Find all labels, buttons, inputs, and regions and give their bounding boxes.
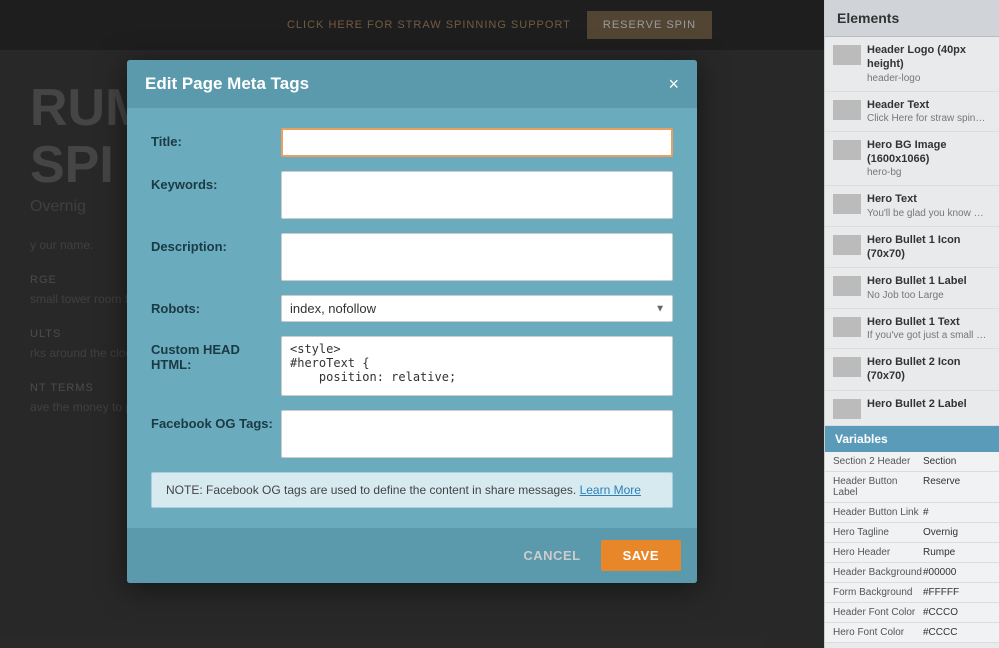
panel-item-sub: Click Here for straw spinning supp [867, 112, 987, 125]
custom-head-row: Custom HEAD HTML: [151, 336, 673, 396]
panel-item[interactable]: Hero Bullet 1 Label No Job too Large [825, 268, 999, 308]
robots-row: Robots: index, follow index, nofollow no… [151, 295, 673, 322]
title-input[interactable] [281, 128, 673, 157]
variable-value: #CCCC [923, 627, 957, 638]
robots-label: Robots: [151, 295, 281, 316]
variable-value: Reserve [923, 476, 960, 498]
variable-row: Header Button Label Reserve [825, 472, 999, 503]
variable-row: Form Background #FFFFF [825, 583, 999, 603]
panel-item-thumbnail [833, 194, 861, 214]
edit-meta-tags-modal: Edit Page Meta Tags × Title: Keywords: D… [127, 60, 697, 583]
variables-title: Variables [825, 426, 999, 452]
variable-row: Hero Font Color #CCCC [825, 623, 999, 643]
variable-key: Header Button Link [833, 507, 923, 518]
variable-key: Hero Tagline [833, 527, 923, 538]
panel-item-thumbnail [833, 100, 861, 120]
variable-value: Overnig [923, 527, 958, 538]
panel-items: Header Logo (40px height) header-logo He… [825, 37, 999, 426]
panel-item-label: Header Text [867, 98, 991, 112]
panel-item-thumbnail [833, 357, 861, 377]
modal-header: Edit Page Meta Tags × [127, 60, 697, 108]
panel-item-label: Hero Bullet 1 Label [867, 274, 991, 288]
variable-value: Section [923, 456, 956, 467]
variable-key: Form Background [833, 587, 923, 598]
variable-value: # [923, 507, 929, 518]
variable-row: Header Button Link # [825, 503, 999, 523]
panel-item-thumbnail [833, 45, 861, 65]
keywords-row: Keywords: [151, 171, 673, 219]
panel-item-sub: You'll be glad you know our name. [867, 207, 987, 220]
keywords-label: Keywords: [151, 171, 281, 192]
panel-item-thumbnail [833, 276, 861, 296]
facebook-og-input[interactable] [281, 410, 673, 458]
panel-item-sub: No Job too Large [867, 289, 987, 302]
note-box: NOTE: Facebook OG tags are used to defin… [151, 472, 673, 508]
modal-overlay: Edit Page Meta Tags × Title: Keywords: D… [0, 0, 824, 648]
panel-item[interactable]: Header Logo (40px height) header-logo [825, 37, 999, 92]
title-row: Title: [151, 128, 673, 157]
panel-item-label: Hero Bullet 2 Label [867, 397, 991, 411]
panel-item-label: Header Logo (40px height) [867, 43, 991, 72]
modal-body: Title: Keywords: Description: Robots: in… [127, 108, 697, 528]
keywords-input[interactable] [281, 171, 673, 219]
variable-row: Hero Tagline Overnig [825, 523, 999, 543]
modal-close-button[interactable]: × [668, 75, 679, 93]
panel-item-label: Hero Bullet 1 Icon (70x70) [867, 233, 991, 262]
variable-row: Hero Header Rumpe [825, 543, 999, 563]
robots-select-wrapper: index, follow index, nofollow noindex, f… [281, 295, 673, 322]
panel-item-sub: header-logo [867, 72, 987, 85]
variables-list: Section 2 Header Section Header Button L… [825, 452, 999, 643]
description-label: Description: [151, 233, 281, 254]
variable-key: Header Background [833, 567, 923, 578]
panel-item[interactable]: Hero Bullet 1 Text If you've got just a … [825, 309, 999, 349]
cancel-button[interactable]: CANCEL [511, 542, 592, 569]
variable-key: Hero Header [833, 547, 923, 558]
description-row: Description: [151, 233, 673, 281]
panel-item[interactable]: Hero Bullet 2 Icon (70x70) [825, 349, 999, 391]
modal-footer: CANCEL SAVE [127, 528, 697, 583]
facebook-og-row: Facebook OG Tags: [151, 410, 673, 458]
variable-row: Header Font Color #CCCO [825, 603, 999, 623]
save-button[interactable]: SAVE [601, 540, 681, 571]
panel-title: Elements [825, 0, 999, 37]
variable-key: Header Font Color [833, 607, 923, 618]
panel-item-label: Hero Text [867, 192, 991, 206]
panel-item-thumbnail [833, 140, 861, 160]
panel-item-thumbnail [833, 399, 861, 419]
panel-item-sub: If you've got just a small tower roo [867, 329, 987, 342]
panel-item-label: Hero Bullet 2 Icon (70x70) [867, 355, 991, 384]
variable-key: Hero Font Color [833, 627, 923, 638]
note-text: NOTE: Facebook OG tags are used to defin… [166, 483, 576, 497]
panel-item[interactable]: Header Text Click Here for straw spinnin… [825, 92, 999, 132]
panel-item-thumbnail [833, 235, 861, 255]
title-label: Title: [151, 128, 281, 149]
variable-value: #00000 [923, 567, 956, 578]
variable-value: Rumpe [923, 547, 955, 558]
robots-select[interactable]: index, follow index, nofollow noindex, f… [281, 295, 673, 322]
panel-item[interactable]: Hero Bullet 2 Label [825, 391, 999, 426]
variable-value: #FFFFF [923, 587, 959, 598]
description-input[interactable] [281, 233, 673, 281]
panel-item-sub: hero-bg [867, 166, 987, 179]
variable-key: Section 2 Header [833, 456, 923, 467]
facebook-og-label: Facebook OG Tags: [151, 410, 281, 431]
variable-key: Header Button Label [833, 476, 923, 498]
custom-head-input[interactable] [281, 336, 673, 396]
modal-title: Edit Page Meta Tags [145, 74, 309, 94]
panel-item[interactable]: Hero Bullet 1 Icon (70x70) [825, 227, 999, 269]
variable-row: Header Background #00000 [825, 563, 999, 583]
right-panel: Elements Header Logo (40px height) heade… [824, 0, 999, 648]
learn-more-link[interactable]: Learn More [580, 483, 641, 497]
variable-row: Section 2 Header Section [825, 452, 999, 472]
panel-item-label: Hero BG Image (1600x1066) [867, 138, 991, 167]
variable-value: #CCCO [923, 607, 958, 618]
panel-item-label: Hero Bullet 1 Text [867, 315, 991, 329]
panel-item-thumbnail [833, 317, 861, 337]
custom-head-label: Custom HEAD HTML: [151, 336, 281, 372]
panel-item[interactable]: Hero BG Image (1600x1066) hero-bg [825, 132, 999, 187]
panel-item[interactable]: Hero Text You'll be glad you know our na… [825, 186, 999, 226]
